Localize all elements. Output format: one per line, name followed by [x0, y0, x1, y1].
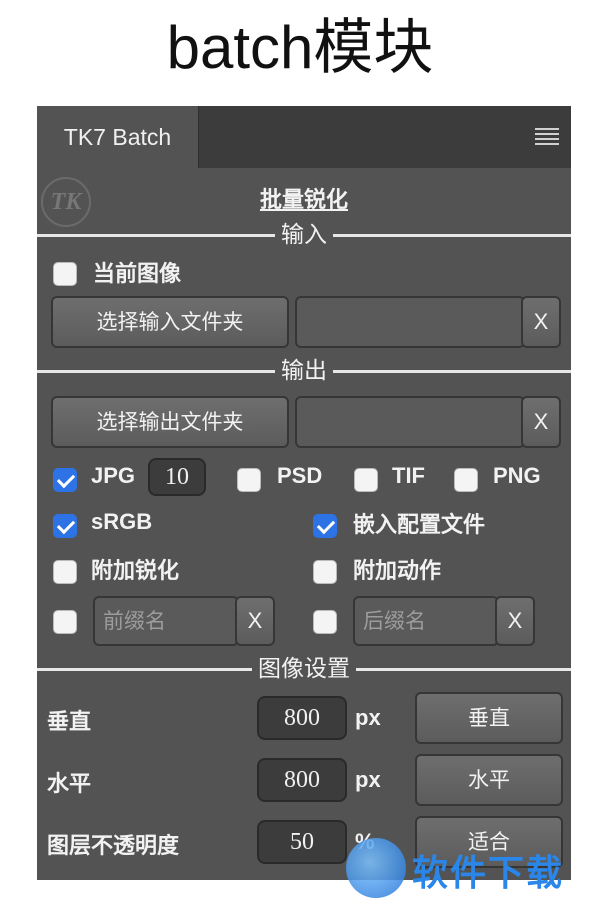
current-image-label: 当前图像: [93, 261, 182, 286]
layer-opacity-input[interactable]: 50: [257, 820, 347, 864]
clear-output-path-button[interactable]: X: [521, 396, 561, 448]
section-input-header: 输入: [37, 220, 571, 250]
horizontal-unit: px: [355, 767, 381, 792]
format-psd-label: PSD: [277, 463, 323, 488]
vertical-label: 垂直: [47, 709, 92, 734]
horizontal-value-input[interactable]: 800: [257, 758, 347, 802]
panel-title[interactable]: 批量锐化: [37, 182, 571, 214]
section-image-settings-label: 图像设置: [252, 654, 356, 684]
vertical-button[interactable]: 垂直: [415, 692, 563, 744]
add-action-label: 附加动作: [353, 558, 442, 583]
section-output-header: 输出: [37, 356, 571, 386]
add-sharpen-label: 附加锐化: [91, 558, 180, 583]
panel-menu-icon[interactable]: [535, 128, 559, 146]
prefix-input[interactable]: 前缀名: [93, 596, 239, 646]
watermark: 软件下载: [344, 836, 600, 902]
input-folder-path-field[interactable]: [295, 296, 525, 348]
embed-profile-label: 嵌入配置文件: [353, 512, 486, 537]
tab-tk7-batch[interactable]: TK7 Batch: [37, 106, 199, 168]
format-png-checkbox[interactable]: [454, 468, 478, 492]
format-png-label: PNG: [493, 463, 541, 488]
jpg-quality-input[interactable]: 10: [148, 458, 206, 496]
watermark-text: 软件下载: [412, 853, 565, 894]
horizontal-label: 水平: [47, 771, 92, 796]
select-output-folder-button[interactable]: 选择输出文件夹: [51, 396, 289, 448]
select-input-folder-button[interactable]: 选择输入文件夹: [51, 296, 289, 348]
vertical-value-input[interactable]: 800: [257, 696, 347, 740]
clear-input-path-button[interactable]: X: [521, 296, 561, 348]
format-jpg-label: JPG: [91, 463, 136, 488]
horizontal-button[interactable]: 水平: [415, 754, 563, 806]
vertical-unit: px: [355, 705, 381, 730]
add-sharpen-checkbox[interactable]: [53, 560, 77, 584]
section-image-settings-header: 图像设置: [37, 654, 571, 684]
embed-profile-checkbox[interactable]: [313, 514, 337, 538]
format-psd-checkbox[interactable]: [237, 468, 261, 492]
srgb-label: sRGB: [91, 509, 153, 534]
page-caption: batch模块: [166, 14, 434, 81]
watermark-logo-icon: [346, 838, 406, 898]
clear-prefix-button[interactable]: X: [235, 596, 275, 646]
current-image-checkbox[interactable]: [53, 262, 77, 286]
format-tif-checkbox[interactable]: [354, 468, 378, 492]
format-tif-label: TIF: [392, 463, 425, 488]
suffix-input[interactable]: 后缀名: [353, 596, 499, 646]
output-folder-path-field[interactable]: [295, 396, 525, 448]
prefix-checkbox[interactable]: [53, 610, 77, 634]
suffix-checkbox[interactable]: [313, 610, 337, 634]
srgb-checkbox[interactable]: [53, 514, 77, 538]
add-action-checkbox[interactable]: [313, 560, 337, 584]
tk7-batch-panel: TK7 Batch TK 批量锐化 输入 当前图像 选择输入文件夹 X 输出 选…: [37, 106, 571, 880]
clear-suffix-button[interactable]: X: [495, 596, 535, 646]
section-output-label: 输出: [275, 356, 333, 386]
layer-opacity-label: 图层不透明度: [47, 833, 180, 858]
format-jpg-checkbox[interactable]: [53, 468, 77, 492]
panel-tab-bar: TK7 Batch: [37, 106, 571, 168]
section-input-label: 输入: [275, 220, 333, 250]
